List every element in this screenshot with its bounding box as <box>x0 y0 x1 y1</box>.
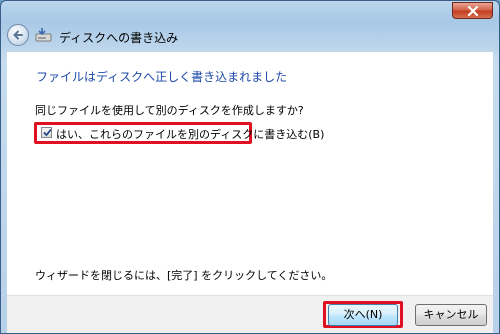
back-button[interactable] <box>7 24 29 46</box>
close-button[interactable] <box>452 2 493 19</box>
question-text: 同じファイルを使用して別のディスクを作成しますか? <box>35 104 304 117</box>
wizard-content: ファイルはディスクへ正しく書き込まれました 同じファイルを使用して別のディスクを… <box>7 51 493 296</box>
footer: 次へ(N) キャンセル <box>7 295 493 333</box>
write-another-disc-label: はい、これらのファイルを別のディスクに書き込む(B) <box>56 128 325 141</box>
write-another-disc-checkbox[interactable] <box>41 127 52 138</box>
completion-heading: ファイルはディスクへ正しく書き込まれました <box>36 70 288 84</box>
wizard-title: ディスクへの書き込み <box>59 31 179 45</box>
nav-bar: ディスクへの書き込み <box>7 23 487 49</box>
cancel-button[interactable]: キャンセル <box>415 304 487 326</box>
next-button[interactable]: 次へ(N) <box>328 304 398 326</box>
finish-hint: ウィザードを閉じるには、[完了] をクリックしてください。 <box>35 269 333 282</box>
checkmark-icon <box>43 128 52 137</box>
next-button-highlight: 次へ(N) <box>323 301 403 328</box>
disc-burn-icon <box>35 28 52 42</box>
close-x-icon <box>467 6 479 16</box>
write-another-disc-option[interactable]: はい、これらのファイルを別のディスクに書き込む(B) <box>34 122 324 144</box>
wizard-window: ディスクへの書き込み ファイルはディスクへ正しく書き込まれました 同じファイルを… <box>0 0 500 334</box>
back-arrow-icon <box>13 30 23 40</box>
